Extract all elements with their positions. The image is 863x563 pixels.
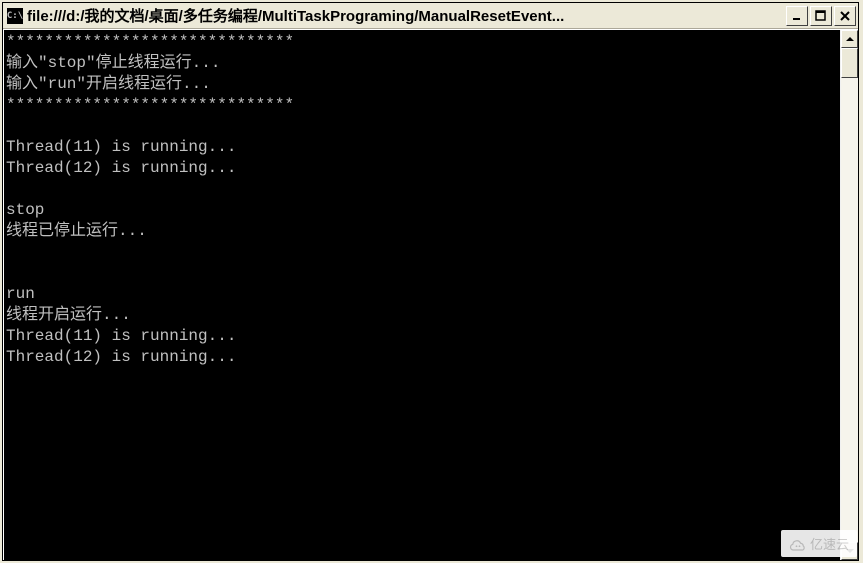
- cloud-icon: [789, 537, 807, 551]
- arrow-up-icon: [846, 37, 854, 41]
- close-button[interactable]: [834, 6, 856, 26]
- vertical-scrollbar[interactable]: [840, 30, 858, 560]
- scroll-up-button[interactable]: [841, 30, 858, 48]
- scroll-thumb[interactable]: [841, 48, 858, 78]
- window-controls: [786, 6, 856, 26]
- maximize-button[interactable]: [810, 6, 832, 26]
- minimize-button[interactable]: [786, 6, 808, 26]
- maximize-icon: [815, 10, 827, 22]
- console-container: ****************************** 输入"stop"停…: [3, 29, 858, 560]
- titlebar[interactable]: C:\ file:///d:/我的文档/桌面/多任务编程/MultiTaskPr…: [3, 3, 858, 29]
- minimize-icon: [791, 10, 803, 22]
- app-icon: C:\: [7, 8, 23, 24]
- console-output[interactable]: ****************************** 输入"stop"停…: [4, 30, 840, 560]
- watermark: 亿速云: [781, 530, 857, 557]
- close-icon: [839, 10, 851, 22]
- scroll-track[interactable]: [841, 48, 858, 542]
- window-title: file:///d:/我的文档/桌面/多任务编程/MultiTaskProgra…: [27, 5, 782, 26]
- watermark-text: 亿速云: [810, 534, 849, 553]
- console-window: C:\ file:///d:/我的文档/桌面/多任务编程/MultiTaskPr…: [2, 2, 859, 561]
